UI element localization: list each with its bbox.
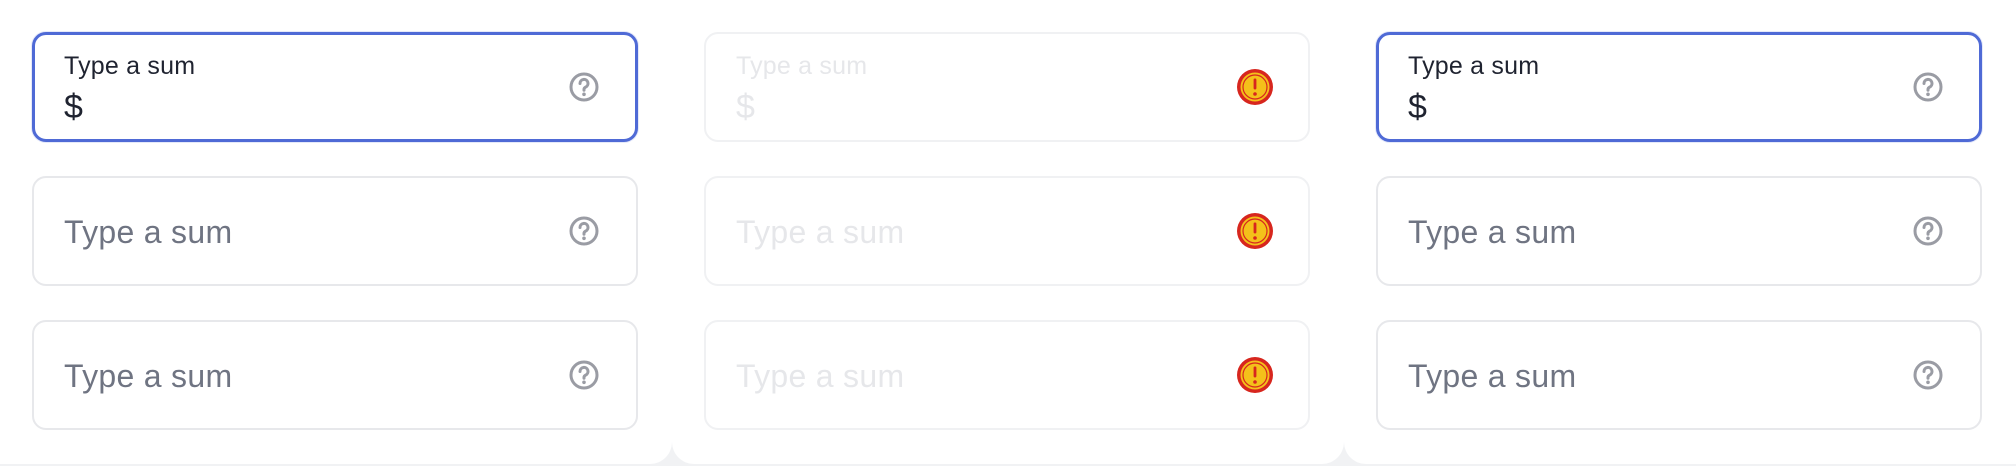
column-default: Type a sum $ Type a sum Type a sum <box>0 0 672 464</box>
field-placeholder: Type a sum <box>736 214 905 250</box>
field-placeholder: Type a sum <box>1408 214 1577 250</box>
sum-input[interactable]: Type a sum <box>32 176 638 286</box>
sum-input-focused[interactable]: Type a sum $ <box>32 32 638 142</box>
warning-badge-icon <box>1236 212 1274 250</box>
field-label: Type a sum <box>64 52 196 80</box>
field-placeholder: Type a sum <box>1408 358 1577 394</box>
currency-prefix: $ <box>64 88 83 126</box>
sum-input[interactable]: Type a sum <box>1376 176 1982 286</box>
sum-input-disabled: Type a sum $ <box>704 32 1310 142</box>
question-circle-icon[interactable] <box>1912 359 1944 391</box>
currency-input-showcase: Type a sum $ Type a sum Type a sum Type … <box>0 0 2016 466</box>
question-circle-icon[interactable] <box>568 359 600 391</box>
column-disabled: Type a sum $ Type a sum Type a sum <box>672 0 1344 464</box>
column-default: Type a sum $ Type a sum Type a sum <box>1344 0 2016 464</box>
currency-prefix: $ <box>736 88 755 126</box>
sum-input[interactable]: Type a sum <box>1376 320 1982 430</box>
sum-input[interactable]: Type a sum <box>32 320 638 430</box>
sum-input-disabled: Type a sum <box>704 176 1310 286</box>
field-placeholder: Type a sum <box>64 214 233 250</box>
field-placeholder: Type a sum <box>64 358 233 394</box>
field-label: Type a sum <box>1408 52 1540 80</box>
field-placeholder: Type a sum <box>736 358 905 394</box>
question-circle-icon[interactable] <box>1912 71 1944 103</box>
warning-badge-icon <box>1236 356 1274 394</box>
sum-input-disabled: Type a sum <box>704 320 1310 430</box>
question-circle-icon[interactable] <box>568 215 600 247</box>
question-circle-icon[interactable] <box>1912 215 1944 247</box>
question-circle-icon[interactable] <box>568 71 600 103</box>
field-label: Type a sum <box>736 52 868 80</box>
sum-input-focused[interactable]: Type a sum $ <box>1376 32 1982 142</box>
warning-badge-icon <box>1236 68 1274 106</box>
currency-prefix: $ <box>1408 88 1427 126</box>
